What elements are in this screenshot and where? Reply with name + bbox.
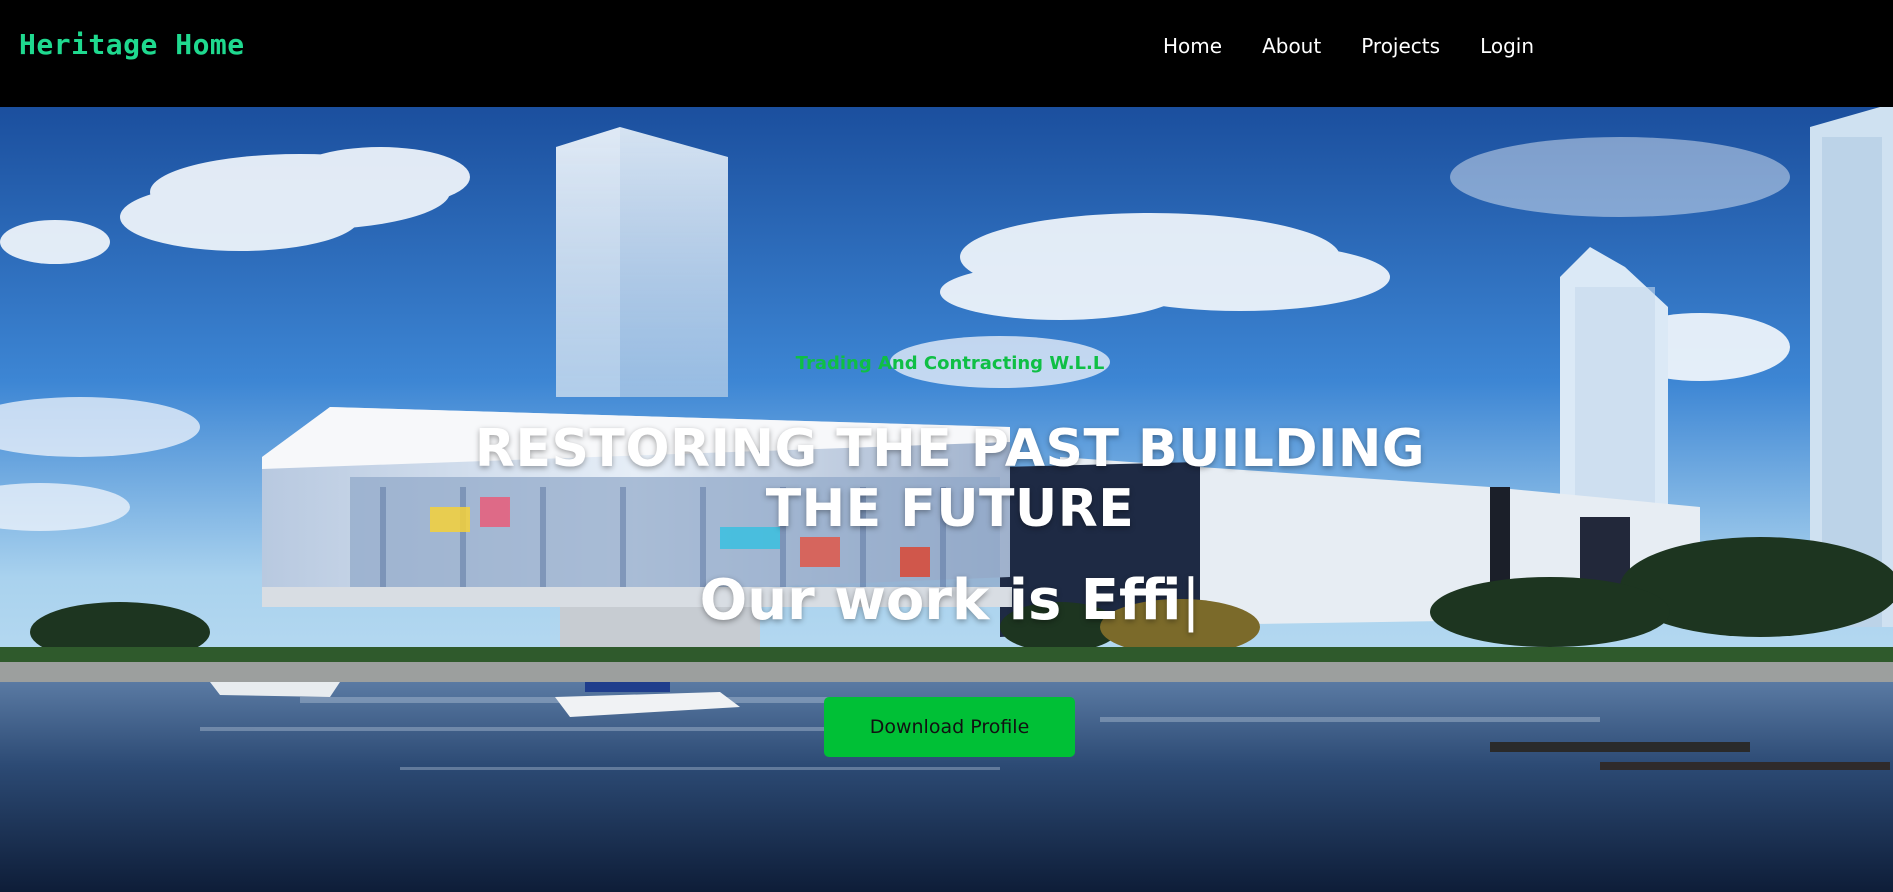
brand-logo[interactable]: Heritage Home: [19, 28, 245, 61]
navbar: Heritage Home Home About Projects Login: [0, 0, 1893, 107]
hero-typed-text: Our work is Effi: [699, 568, 1182, 633]
hero-typed-line: Our work is Effi|: [0, 568, 1893, 634]
typing-cursor: |: [1181, 568, 1201, 633]
nav-link-projects[interactable]: Projects: [1361, 34, 1440, 58]
hero-tagline: Trading And Contracting W.L.L: [795, 353, 1105, 374]
nav-links: Home About Projects Login: [1163, 34, 1534, 58]
hero-headline: RESTORING THE PAST BUILDING THE FUTURE: [474, 419, 1426, 539]
nav-link-home[interactable]: Home: [1163, 34, 1222, 58]
nav-link-login[interactable]: Login: [1480, 34, 1534, 58]
hero-text: Trading And Contracting W.L.L RESTORING …: [0, 107, 1893, 892]
hero-section: Trading And Contracting W.L.L RESTORING …: [0, 107, 1893, 892]
download-profile-button[interactable]: Download Profile: [824, 697, 1075, 757]
nav-link-about[interactable]: About: [1262, 34, 1321, 58]
